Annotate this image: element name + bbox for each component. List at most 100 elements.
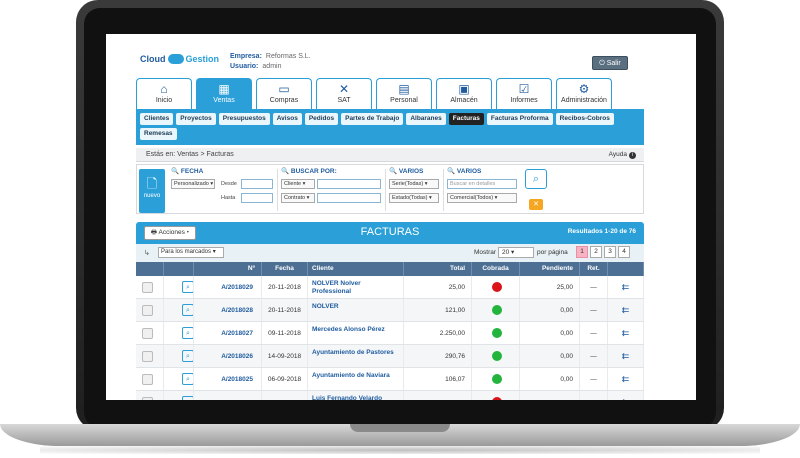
results-header: 🖶 Acciones ▾ FACTURAS Resultados 1-20 de… [136,222,644,244]
page-button[interactable]: 1 [576,246,588,258]
estado-select[interactable]: Estado(Todas) ▾ [389,193,439,203]
tab-informes[interactable]: ☑ Informes [496,78,552,109]
invoice-number[interactable]: A/2018029 [194,276,262,298]
zoom-icon[interactable]: ⌕ [182,304,193,316]
fecha-select[interactable]: Personalizado ▾ [171,179,215,189]
column-header[interactable]: Pendiente [520,262,580,276]
invoice-client[interactable]: Ayuntamiento de Naviara [308,368,404,390]
row-checkbox[interactable] [142,282,153,293]
invoice-client[interactable]: NOLVER [308,299,404,321]
row-checkbox[interactable] [142,328,153,339]
page-button[interactable]: 4 [618,246,630,258]
desde-input[interactable] [241,179,273,189]
row-menu-icon[interactable]: ⇇ [622,374,630,384]
tab-label: Ventas [213,97,235,104]
invoice-number[interactable]: A/2018028 [194,299,262,321]
invoice-client[interactable]: NOLVER Nolver Professional [308,276,404,298]
buscar-select-cliente[interactable]: Cliente ▾ [281,179,315,189]
ayuda-label: Ayuda [608,151,627,158]
subtab-facturas[interactable]: Facturas [448,113,484,125]
invoice-date: 20-11-2018 [262,299,308,321]
column-header[interactable]: Ret. [580,262,608,276]
page-button[interactable]: 3 [604,246,616,258]
subtab-remesas[interactable]: Remesas [140,128,177,140]
row-view-cell: ⌕ [164,368,194,390]
tab-almacén[interactable]: ▣ Almacén [436,78,492,109]
subtab-proyectos[interactable]: Proyectos [176,113,216,125]
marcados-select-value: Para los marcados [161,249,212,255]
results-toolbar: ↳ Para los marcados ▾ Mostrar 20 ▾ por p… [136,244,644,262]
row-checkbox[interactable] [142,351,153,362]
hasta-input[interactable] [241,193,273,203]
salir-button[interactable]: ⏻ Salir [592,56,628,70]
column-header[interactable]: Cliente [308,262,404,276]
nuevo-button[interactable]: 🗋 nuevo [139,169,165,213]
comercial-select[interactable]: Comercial(Todos) ▾ [447,193,517,203]
zoom-icon[interactable]: ⌕ [182,281,193,293]
subtab-recibos-cobros[interactable]: Recibos-Cobros [555,113,614,125]
invoice-client[interactable]: Luis Fernando Velardo [308,391,404,400]
invoice-client[interactable]: Ayuntamiento de Pastores [308,345,404,367]
row-menu-icon[interactable]: ⇇ [622,351,630,361]
gears-icon: ⚙ [578,82,590,96]
row-checkbox[interactable] [142,305,153,316]
varios-head-2: 🔍 VARIOS [447,168,482,175]
cliente-input[interactable] [317,179,381,189]
tab-administración[interactable]: ⚙ Administración [556,78,612,109]
contrato-input[interactable] [317,193,381,203]
invoice-number[interactable] [194,391,262,400]
table-row: ⌕ A/2018026 14-09-2018 Ayuntamiento de Past… [136,345,644,368]
row-action-cell: ⇇ [608,322,644,344]
filter-divider [277,169,278,211]
invoice-number[interactable]: A/2018025 [194,368,262,390]
mostrar-select[interactable]: 20 ▾ [498,247,534,258]
tab-compras[interactable]: ▭ Compras [256,78,312,109]
invoice-retention: — [580,368,608,390]
zoom-icon[interactable]: ⌕ [182,327,193,339]
serie-select[interactable]: Serie(Todas) ▾ [389,179,439,189]
column-header[interactable]: Cobrada [472,262,520,276]
page-button[interactable]: 2 [590,246,602,258]
marcados-select[interactable]: Para los marcados ▾ [158,247,224,258]
invoice-pending: 25,00 [520,276,580,298]
row-checkbox[interactable] [142,397,153,400]
row-checkbox[interactable] [142,374,153,385]
tab-sat[interactable]: ✕ SAT [316,78,372,109]
detalles-input[interactable]: Buscar en detalles [447,179,517,189]
subtab-avisos[interactable]: Avisos [272,113,302,125]
logo: Cloud Gestion [140,54,219,64]
buscar-select-contrato[interactable]: Contrato ▾ [281,193,315,203]
column-header[interactable]: Total [404,262,472,276]
invoice-client[interactable]: Mercedes Alonso Pérez [308,322,404,344]
clear-filters-button[interactable]: ✕ [529,199,543,210]
tab-inicio[interactable]: ⌂ Inicio [136,78,192,109]
subtab-pedidos[interactable]: Pedidos [304,113,339,125]
subtab-clientes[interactable]: Clientes [140,113,174,125]
subtab-presupuestos[interactable]: Presupuestos [218,113,270,125]
invoice-total: 2.250,00 [404,322,472,344]
porpag-label: por página [537,249,568,256]
invoice-total [404,391,472,400]
filter-panel: 🗋 nuevo 🔍 FECHA Personalizado ▾ Desde Ha… [136,164,644,214]
subtab-partes-de-trabajo[interactable]: Partes de Trabajo [341,113,404,125]
row-menu-icon[interactable]: ⇇ [622,305,630,315]
filter-divider [385,169,386,211]
column-header[interactable]: Nº [194,262,262,276]
row-menu-icon[interactable]: ⇇ [622,397,630,400]
invoice-number[interactable]: A/2018027 [194,322,262,344]
subtab-albaranes[interactable]: Albaranes [406,113,446,125]
row-menu-icon[interactable]: ⇇ [622,328,630,338]
tab-ventas[interactable]: ▦ Ventas [196,78,252,109]
row-menu-icon[interactable]: ⇇ [622,282,630,292]
ayuda-link[interactable]: Ayuda i [609,151,636,159]
invoice-number[interactable]: A/2018026 [194,345,262,367]
zoom-icon[interactable]: ⌕ [182,396,193,400]
column-header[interactable]: Fecha [262,262,308,276]
zoom-icon[interactable]: ⌕ [182,350,193,362]
search-button[interactable]: ⌕ [525,169,547,189]
zoom-icon[interactable]: ⌕ [182,373,193,385]
empresa-value: Reformas S.L. [265,53,311,60]
subtab-facturas-proforma[interactable]: Facturas Proforma [486,113,553,125]
row-checkbox-cell [136,322,164,344]
tab-personal[interactable]: ▤ Personal [376,78,432,109]
